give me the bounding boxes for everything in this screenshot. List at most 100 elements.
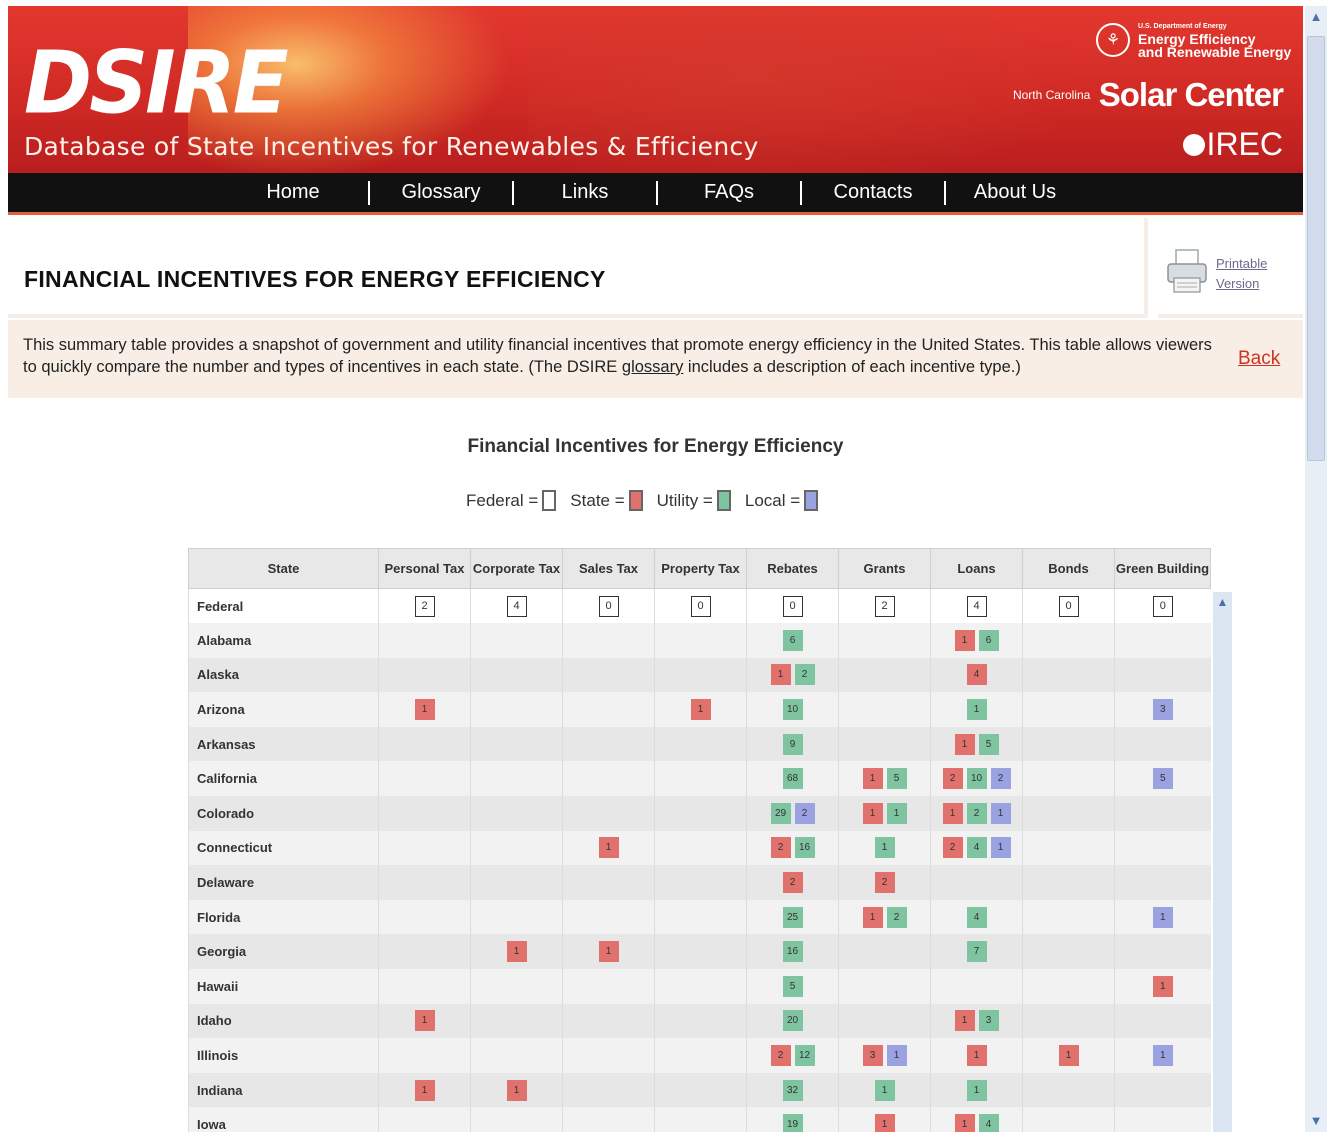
incentive-count-badge[interactable]: 2 xyxy=(942,837,963,859)
incentive-count-badge[interactable]: 1 xyxy=(1152,1045,1173,1067)
incentive-count-badge[interactable]: 1 xyxy=(886,802,907,824)
printer-icon[interactable] xyxy=(1166,248,1208,296)
page-scrollbar[interactable]: ▲ ▼ xyxy=(1305,6,1327,1132)
incentive-count-badge[interactable]: 4 xyxy=(966,595,987,617)
incentive-count-badge[interactable]: 4 xyxy=(966,664,987,686)
incentive-count-badge[interactable]: 3 xyxy=(978,1010,999,1032)
incentive-count-badge[interactable]: 20 xyxy=(782,1010,803,1032)
incentive-count-badge[interactable]: 4 xyxy=(978,1114,999,1132)
incentive-count-badge[interactable]: 7 xyxy=(966,941,987,963)
incentive-count-badge[interactable]: 1 xyxy=(874,1079,895,1101)
incentive-count-badge[interactable]: 9 xyxy=(782,733,803,755)
incentive-count-badge[interactable]: 1 xyxy=(874,1114,895,1132)
incentive-count-badge[interactable]: 0 xyxy=(782,595,803,617)
state-name[interactable]: Delaware xyxy=(188,865,379,900)
incentive-count-badge[interactable]: 3 xyxy=(862,1045,883,1067)
incentive-count-badge[interactable]: 1 xyxy=(414,1010,435,1032)
incentive-count-badge[interactable]: 1 xyxy=(598,941,619,963)
scrollbar-thumb[interactable] xyxy=(1307,36,1325,461)
incentive-count-badge[interactable]: 1 xyxy=(1152,975,1173,997)
incentive-count-badge[interactable]: 2 xyxy=(414,595,435,617)
incentive-count-badge[interactable]: 16 xyxy=(794,837,815,859)
incentive-count-badge[interactable]: 16 xyxy=(782,941,803,963)
incentive-count-badge[interactable]: 2 xyxy=(886,906,907,928)
incentive-count-badge[interactable]: 1 xyxy=(414,699,435,721)
incentive-count-badge[interactable]: 1 xyxy=(954,1114,975,1132)
incentive-count-badge[interactable]: 1 xyxy=(862,768,883,790)
state-name[interactable]: Hawaii xyxy=(188,969,379,1004)
incentive-count-badge[interactable]: 0 xyxy=(1058,595,1079,617)
incentive-count-badge[interactable]: 2 xyxy=(770,837,791,859)
incentive-count-badge[interactable]: 1 xyxy=(506,941,527,963)
incentive-count-badge[interactable]: 25 xyxy=(782,906,803,928)
scroll-down-icon[interactable]: ▼ xyxy=(1308,1112,1324,1130)
state-name[interactable]: Arizona xyxy=(188,692,379,727)
incentive-count-badge[interactable]: 1 xyxy=(506,1079,527,1101)
incentive-count-badge[interactable]: 4 xyxy=(966,906,987,928)
incentive-count-badge[interactable]: 1 xyxy=(862,802,883,824)
nav-home[interactable]: Home xyxy=(248,181,338,204)
incentive-count-badge[interactable]: 1 xyxy=(770,664,791,686)
incentive-count-badge[interactable]: 2 xyxy=(874,595,895,617)
incentive-count-badge[interactable]: 68 xyxy=(782,768,803,790)
incentive-count-badge[interactable]: 2 xyxy=(794,664,815,686)
incentive-count-badge[interactable]: 6 xyxy=(978,629,999,651)
incentive-count-badge[interactable]: 5 xyxy=(978,733,999,755)
state-name[interactable]: Colorado xyxy=(188,796,379,831)
incentive-count-badge[interactable]: 0 xyxy=(1152,595,1173,617)
state-name[interactable]: Illinois xyxy=(188,1038,379,1073)
incentive-count-badge[interactable]: 1 xyxy=(990,802,1011,824)
irec-logo[interactable]: IREC xyxy=(1182,126,1283,163)
nav-contacts[interactable]: Contacts xyxy=(802,181,944,204)
back-link[interactable]: Back xyxy=(1238,348,1280,370)
incentive-count-badge[interactable]: 1 xyxy=(954,629,975,651)
table-scrollbar[interactable]: ▲ xyxy=(1213,592,1232,1132)
incentive-count-badge[interactable]: 2 xyxy=(782,872,803,894)
incentive-count-badge[interactable]: 19 xyxy=(782,1114,803,1132)
incentive-count-badge[interactable]: 1 xyxy=(954,733,975,755)
nav-about-us[interactable]: About Us xyxy=(946,181,1084,204)
nav-links[interactable]: Links xyxy=(514,181,656,204)
state-name[interactable]: Florida xyxy=(188,899,379,935)
incentive-count-badge[interactable]: 5 xyxy=(1152,768,1173,790)
incentive-count-badge[interactable]: 0 xyxy=(598,595,619,617)
incentive-count-badge[interactable]: 32 xyxy=(782,1079,803,1101)
incentive-count-badge[interactable]: 1 xyxy=(874,837,895,859)
glossary-link[interactable]: glossary xyxy=(622,358,683,376)
nav-faqs[interactable]: FAQs xyxy=(658,181,800,204)
nav-glossary[interactable]: Glossary xyxy=(370,181,512,204)
incentive-count-badge[interactable]: 2 xyxy=(770,1045,791,1067)
incentive-count-badge[interactable]: 12 xyxy=(794,1045,815,1067)
incentive-count-badge[interactable]: 6 xyxy=(782,629,803,651)
incentive-count-badge[interactable]: 2 xyxy=(942,768,963,790)
dsire-logo[interactable]: DSIRE xyxy=(24,34,289,134)
state-name[interactable]: Alaska xyxy=(188,657,379,693)
state-name[interactable]: Alabama xyxy=(188,623,379,658)
incentive-count-badge[interactable]: 10 xyxy=(966,768,987,790)
incentive-count-badge[interactable]: 3 xyxy=(1152,699,1173,721)
incentive-count-badge[interactable]: 4 xyxy=(506,595,527,617)
incentive-count-badge[interactable]: 1 xyxy=(966,699,987,721)
incentive-count-badge[interactable]: 1 xyxy=(1152,906,1173,928)
incentive-count-badge[interactable]: 2 xyxy=(874,872,895,894)
incentive-count-badge[interactable]: 1 xyxy=(862,906,883,928)
chevron-up-icon[interactable]: ▲ xyxy=(1215,594,1230,610)
incentive-count-badge[interactable]: 4 xyxy=(966,837,987,859)
incentive-count-badge[interactable]: 1 xyxy=(990,837,1011,859)
incentive-count-badge[interactable]: 5 xyxy=(782,975,803,997)
incentive-count-badge[interactable]: 1 xyxy=(886,1045,907,1067)
incentive-count-badge[interactable]: 1 xyxy=(954,1010,975,1032)
incentive-count-badge[interactable]: 29 xyxy=(770,802,791,824)
incentive-count-badge[interactable]: 2 xyxy=(990,768,1011,790)
state-name[interactable]: Iowa xyxy=(188,1107,379,1132)
incentive-count-badge[interactable]: 0 xyxy=(690,595,711,617)
doe-logo[interactable]: ⚘ U.S. Department of Energy Energy Effic… xyxy=(1096,20,1291,59)
incentive-count-badge[interactable]: 1 xyxy=(1058,1045,1079,1067)
incentive-count-badge[interactable]: 1 xyxy=(598,837,619,859)
state-name[interactable]: Federal xyxy=(188,588,379,624)
scroll-up-icon[interactable]: ▲ xyxy=(1308,8,1324,26)
state-name[interactable]: Arkansas xyxy=(188,726,379,762)
incentive-count-badge[interactable]: 1 xyxy=(690,699,711,721)
printable-version-link[interactable]: Printable Version xyxy=(1216,254,1267,294)
incentive-count-badge[interactable]: 1 xyxy=(942,802,963,824)
